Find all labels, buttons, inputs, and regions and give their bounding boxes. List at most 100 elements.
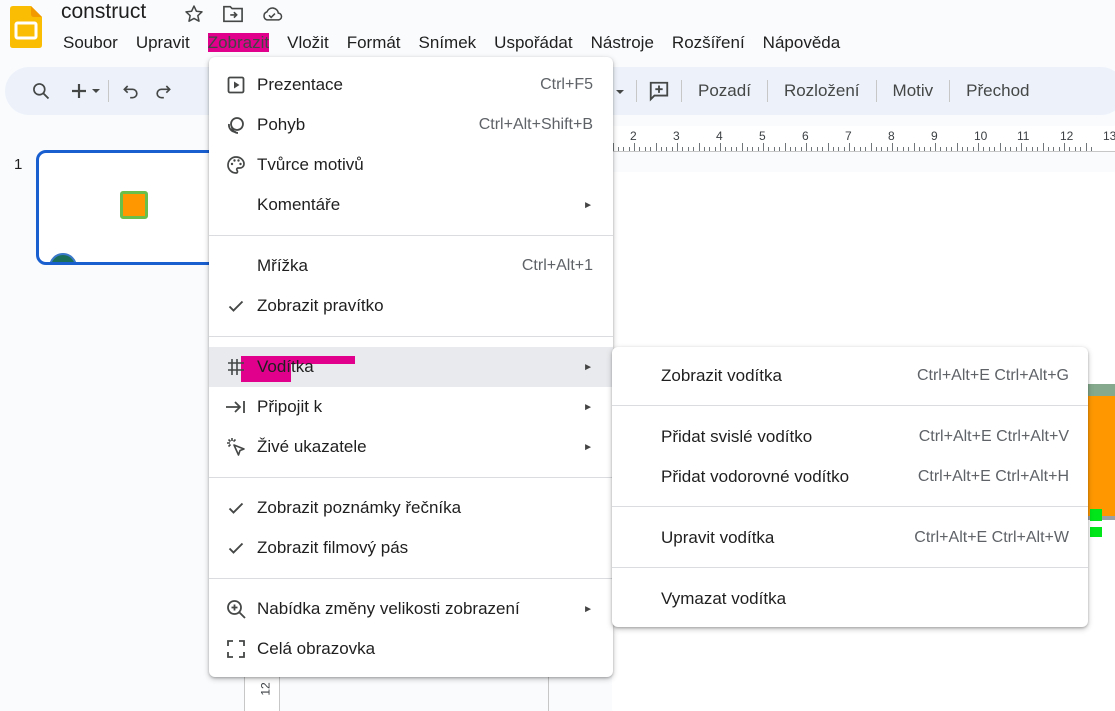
menu-divider (612, 567, 1088, 568)
menu-item-guides[interactable]: Vodítka ► (209, 347, 613, 387)
menu-item-motion[interactable]: Pohyb Ctrl+Alt+Shift+B (209, 105, 613, 145)
ruler-tick (618, 147, 619, 151)
vertical-ruler-label: 12 (258, 682, 273, 696)
background-button[interactable]: Pozadí (688, 81, 761, 101)
menu-item-zoom[interactable]: Nabídka změny velikosti zobrazení ► (209, 589, 613, 629)
menu-item-label: Živé ukazatele (257, 437, 367, 456)
menu-divider (209, 336, 613, 337)
selection-handle[interactable] (1090, 527, 1102, 537)
ruler-tick-label: 3 (673, 129, 680, 143)
ruler-tick (774, 147, 775, 151)
menu-help[interactable]: Nápověda (754, 31, 850, 55)
ruler-tick (849, 143, 850, 151)
new-slide-button[interactable] (70, 79, 102, 103)
slide-thumbnail[interactable] (36, 150, 226, 265)
search-icon[interactable] (25, 79, 57, 103)
ruler-tick (887, 147, 888, 151)
redo-icon[interactable] (147, 79, 179, 103)
menu-divider (612, 506, 1088, 507)
menu-item-snap-to[interactable]: Připojit k ► (209, 387, 613, 427)
menu-item-show-ruler[interactable]: Zobrazit pravítko (209, 286, 613, 326)
menu-item-label: Mřížka (257, 256, 308, 275)
menu-slide[interactable]: Snímek (410, 31, 486, 55)
menu-item-label: Zobrazit poznámky řečníka (257, 498, 462, 517)
ruler-tick (967, 147, 968, 151)
menu-item-grid[interactable]: Mřížka Ctrl+Alt+1 (209, 246, 613, 286)
menu-view[interactable]: Zobrazit (207, 31, 270, 55)
menu-arrange[interactable]: Uspořádat (485, 31, 581, 55)
ruler-tick (795, 147, 796, 151)
ruler-tick (983, 147, 984, 151)
menu-item-label: Nabídka změny velikosti zobrazení (257, 599, 520, 618)
submenu-item-show-guides[interactable]: Zobrazit vodítka Ctrl+Alt+E Ctrl+Alt+G (612, 356, 1088, 396)
menu-item-comments[interactable]: Komentáře ► (209, 185, 613, 225)
ruler-tick (715, 147, 716, 151)
horizontal-ruler[interactable]: 2 3 4 5 6 7 8 9 10 11 12 13 (612, 126, 1115, 152)
ruler-tick (806, 143, 807, 151)
menu-item-present[interactable]: Prezentace Ctrl+F5 (209, 65, 613, 105)
line-dropdown-icon[interactable] (610, 79, 630, 103)
ruler-tick-label: 5 (759, 129, 766, 143)
transition-button[interactable]: Přechod (956, 81, 1039, 101)
theme-button[interactable]: Motiv (883, 81, 944, 101)
selection-handle[interactable] (1090, 509, 1102, 521)
menu-item-label: Pohyb (257, 115, 306, 134)
ruler-tick (854, 147, 855, 151)
live-pointers-icon (225, 436, 247, 458)
ruler-tick-label: 13 (1103, 129, 1115, 143)
ruler-tick (736, 147, 737, 151)
ruler-tick (801, 147, 802, 151)
menu-tools[interactable]: Nástroje (582, 31, 663, 55)
menubar: Soubor Upravit Zobrazit Vložit Formát Sn… (54, 31, 849, 55)
cloud-saved-icon[interactable] (261, 3, 283, 25)
submenu-item-edit-guides[interactable]: Upravit vodítka Ctrl+Alt+E Ctrl+Alt+W (612, 518, 1088, 558)
ruler-tick (1000, 143, 1001, 151)
ruler-tick (682, 147, 683, 151)
menu-file[interactable]: Soubor (54, 31, 127, 55)
ruler-tick (768, 147, 769, 151)
submenu-arrow-icon: ► (583, 441, 593, 453)
menu-item-shortcut: Ctrl+F5 (540, 76, 593, 93)
menu-format[interactable]: Formát (338, 31, 410, 55)
layout-button[interactable]: Rozložení (774, 81, 870, 101)
divider (548, 676, 549, 711)
submenu-item-add-horizontal-guide[interactable]: Přidat vodorovné vodítko Ctrl+Alt+E Ctrl… (612, 457, 1088, 497)
submenu-item-add-vertical-guide[interactable]: Přidat svislé vodítko Ctrl+Alt+E Ctrl+Al… (612, 417, 1088, 457)
canvas-shape-top[interactable] (1088, 384, 1115, 396)
menu-item-theme-builder[interactable]: Tvůrce motivů (209, 145, 613, 185)
star-icon[interactable] (183, 3, 205, 25)
ruler-tick (903, 147, 904, 151)
menu-edit[interactable]: Upravit (127, 31, 199, 55)
ruler-tick (973, 147, 974, 151)
menu-item-label: Komentáře (257, 195, 341, 214)
ruler-tick (957, 143, 958, 151)
ruler-tick (914, 143, 915, 151)
document-title[interactable]: construct (61, 0, 146, 24)
guides-icon (225, 356, 247, 378)
menu-item-speaker-notes[interactable]: Zobrazit poznámky řečníka (209, 488, 613, 528)
canvas-shape[interactable] (1088, 396, 1115, 518)
slides-logo-icon[interactable] (10, 6, 42, 48)
add-comment-icon[interactable] (643, 79, 675, 103)
ruler-tick (613, 143, 614, 151)
guides-submenu: Zobrazit vodítka Ctrl+Alt+E Ctrl+Alt+G P… (612, 347, 1088, 627)
menu-item-label: Přidat vodorovné vodítko (661, 467, 850, 486)
move-to-folder-icon[interactable] (222, 3, 244, 25)
ruler-tick (688, 147, 689, 151)
menu-extensions[interactable]: Rozšíření (663, 31, 754, 55)
menu-item-label: Zobrazit filmový pás (257, 538, 409, 557)
motion-icon (225, 114, 247, 136)
undo-icon[interactable] (115, 79, 147, 103)
slide-number: 1 (14, 156, 23, 173)
zoom-icon (225, 598, 247, 620)
menu-item-live-pointers[interactable]: Živé ukazatele ► (209, 427, 613, 467)
menu-divider (209, 578, 613, 579)
menu-item-fullscreen[interactable]: Celá obrazovka (209, 629, 613, 669)
menu-insert[interactable]: Vložit (278, 31, 338, 55)
submenu-arrow-icon: ► (583, 199, 593, 211)
menu-divider (209, 235, 613, 236)
ruler-tick (865, 147, 866, 151)
submenu-item-clear-guides[interactable]: Vymazat vodítka (612, 579, 1088, 619)
thumbnail-circle (49, 253, 77, 262)
menu-item-filmstrip[interactable]: Zobrazit filmový pás (209, 528, 613, 568)
